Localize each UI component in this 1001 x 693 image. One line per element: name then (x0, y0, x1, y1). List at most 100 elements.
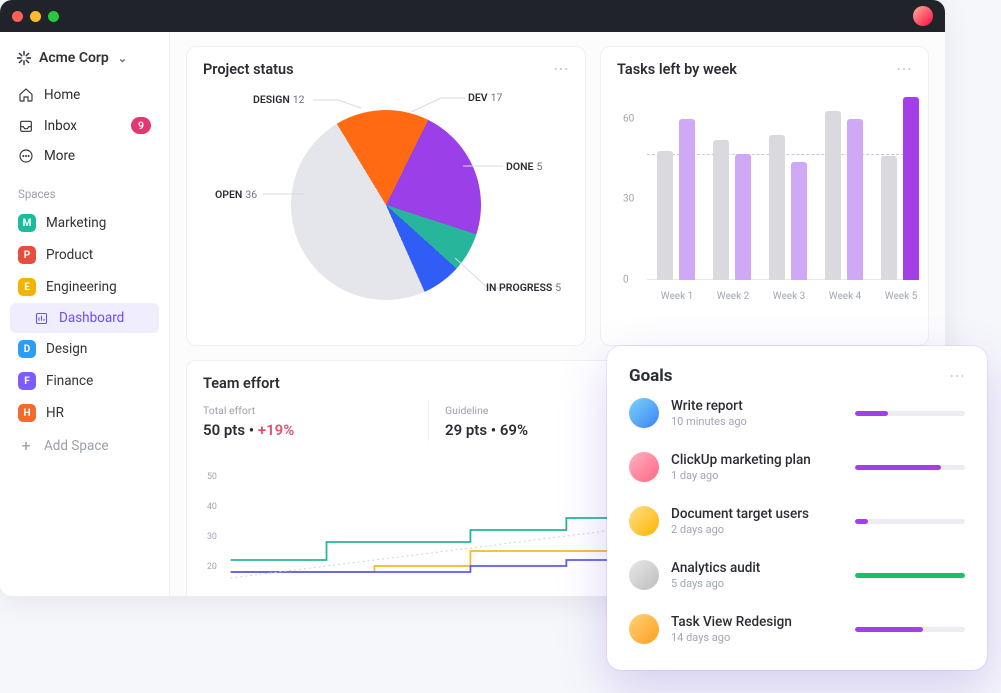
pie-label-open: OPEN36 (215, 188, 257, 201)
goal-progress-bar (855, 411, 965, 416)
goal-name: Write report (671, 398, 843, 414)
space-color-icon: H (18, 404, 36, 422)
sidebar-space-engineering[interactable]: E Engineering (10, 271, 159, 303)
goal-name: Task View Redesign (671, 614, 843, 630)
space-label: Engineering (46, 279, 117, 295)
pie-label-done: DONE5 (506, 160, 542, 173)
inbox-icon (18, 118, 34, 134)
goal-progress-bar (855, 573, 965, 578)
pie-label-design: DESIGN12 (253, 93, 305, 106)
sidebar-space-design[interactable]: D Design (10, 333, 159, 365)
goal-row[interactable]: ClickUp marketing plan 1 day ago (629, 440, 965, 494)
nav-more[interactable]: More (10, 141, 159, 171)
goal-owner-avatar (629, 506, 659, 536)
workspace-logo-icon (16, 50, 32, 66)
sidebar-dashboard[interactable]: Dashboard (10, 303, 159, 333)
goal-progress-bar (855, 519, 965, 524)
sidebar-space-marketing[interactable]: M Marketing (10, 207, 159, 239)
dashboard-icon (34, 311, 49, 326)
home-icon (18, 87, 34, 103)
card-title: Tasks left by week (617, 61, 912, 78)
svg-text:20: 20 (207, 562, 217, 572)
svg-text:50: 50 (207, 472, 217, 482)
sidebar: Acme Corp ⌄ Home Inbox 9 More Spaces M Ma… (0, 32, 170, 596)
tasks-left-bar-chart: 03060Week 1Week 2Week 3Week 4Week 5 (647, 92, 904, 280)
svg-text:40: 40 (207, 502, 217, 512)
minimize-window-button[interactable] (30, 11, 41, 22)
pie-label-in-progress: IN PROGRESS5 (486, 281, 561, 294)
card-menu-button[interactable]: ⋯ (553, 59, 571, 78)
plus-icon: + (18, 436, 34, 455)
titlebar (0, 0, 945, 32)
pie-label-dev: DEV17 (468, 91, 502, 104)
y-tick: 60 (623, 113, 634, 124)
chevron-down-icon: ⌄ (118, 52, 127, 65)
sidebar-space-hr[interactable]: H HR (10, 397, 159, 429)
goal-name: Document target users (671, 506, 843, 522)
stat-block: Total effort50 pts • +19% (203, 402, 428, 441)
workspace-name: Acme Corp (39, 50, 109, 66)
nav-home-label: Home (44, 87, 80, 103)
goal-row[interactable]: Analytics audit 5 days ago (629, 548, 965, 602)
nav-inbox-label: Inbox (44, 118, 77, 134)
space-color-icon: M (18, 214, 36, 232)
card-project-status: Project status ⋯ DEV17 DONE5 IN PROGRESS… (186, 46, 586, 346)
close-window-button[interactable] (12, 11, 23, 22)
space-color-icon: D (18, 340, 36, 358)
svg-text:30: 30 (207, 532, 217, 542)
sidebar-space-product[interactable]: P Product (10, 239, 159, 271)
goal-row[interactable]: Task View Redesign 14 days ago (629, 602, 965, 656)
x-label: Week 3 (759, 291, 819, 302)
goal-updated-time: 14 days ago (671, 631, 843, 644)
card-title: Project status (203, 61, 569, 78)
bar-group: Week 4 (825, 111, 869, 280)
project-status-pie-chart (291, 110, 481, 300)
goal-updated-time: 2 days ago (671, 523, 843, 536)
space-color-icon: E (18, 278, 36, 296)
y-tick: 0 (623, 275, 629, 286)
goals-title: Goals (629, 366, 965, 386)
goal-owner-avatar (629, 452, 659, 482)
goal-updated-time: 10 minutes ago (671, 415, 843, 428)
goals-menu-button[interactable]: ⋯ (949, 366, 967, 385)
maximize-window-button[interactable] (48, 11, 59, 22)
x-label: Week 1 (647, 291, 707, 302)
space-label: Marketing (46, 215, 106, 231)
current-user-avatar[interactable] (913, 6, 933, 26)
nav-more-label: More (44, 148, 75, 164)
goal-owner-avatar (629, 614, 659, 644)
traffic-lights (12, 11, 59, 22)
card-menu-button[interactable]: ⋯ (896, 59, 914, 78)
space-color-icon: F (18, 372, 36, 390)
spaces-section-label: Spaces (10, 171, 159, 207)
space-label: Product (46, 247, 93, 263)
goal-updated-time: 5 days ago (671, 577, 843, 590)
goal-updated-time: 1 day ago (671, 469, 843, 482)
sidebar-space-finance[interactable]: F Finance (10, 365, 159, 397)
add-space-button[interactable]: + Add Space (10, 429, 159, 462)
card-tasks-left: Tasks left by week ⋯ 03060Week 1Week 2We… (600, 46, 929, 346)
goal-name: ClickUp marketing plan (671, 452, 843, 468)
goal-row[interactable]: Document target users 2 days ago (629, 494, 965, 548)
goal-owner-avatar (629, 560, 659, 590)
goals-card: Goals ⋯ Write report 10 minutes ago Clic… (607, 346, 987, 670)
nav-inbox[interactable]: Inbox 9 (10, 110, 159, 141)
bar-group: Week 1 (657, 119, 701, 280)
x-label: Week 5 (871, 291, 931, 302)
space-label: Finance (46, 373, 93, 389)
goal-owner-avatar (629, 398, 659, 428)
space-label: Design (46, 341, 87, 357)
space-label: HR (46, 405, 64, 421)
goal-row[interactable]: Write report 10 minutes ago (629, 386, 965, 440)
workspace-switcher[interactable]: Acme Corp ⌄ (10, 46, 159, 80)
add-space-label: Add Space (44, 438, 109, 454)
nav-home[interactable]: Home (10, 80, 159, 110)
goal-progress-bar (855, 465, 965, 470)
x-label: Week 4 (815, 291, 875, 302)
goal-name: Analytics audit (671, 560, 843, 576)
goal-progress-bar (855, 627, 965, 632)
bar-group: Week 3 (769, 135, 813, 280)
x-label: Week 2 (703, 291, 763, 302)
space-color-icon: P (18, 246, 36, 264)
more-icon (18, 148, 34, 164)
